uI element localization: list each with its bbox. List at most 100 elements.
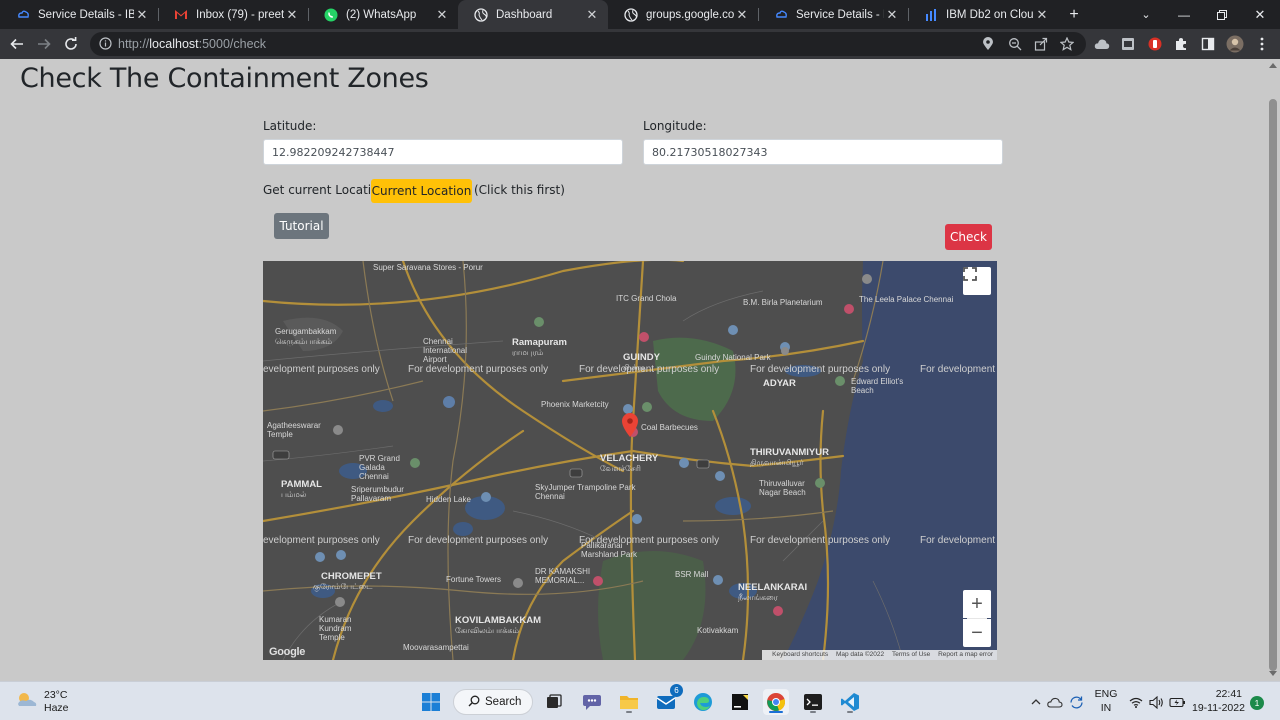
map-attribution: Keyboard shortcuts Map data ©2022 Terms … (762, 650, 997, 660)
wifi-icon[interactable] (1126, 689, 1146, 715)
close-icon[interactable]: ✕ (1034, 7, 1050, 23)
tab-title: IBM Db2 on Cloud (946, 8, 1034, 21)
close-icon[interactable]: ✕ (434, 7, 450, 23)
back-arrow-icon[interactable] (4, 29, 30, 59)
chrome-icon[interactable] (763, 689, 789, 715)
map-watermark: For development purposes only (579, 535, 720, 546)
map-label: Edward Elliot's Beach (851, 377, 904, 395)
map-label: BSR Mall (675, 570, 709, 579)
info-icon[interactable] (99, 37, 112, 55)
minimize-icon[interactable]: — (1170, 0, 1198, 29)
tutorial-button[interactable]: Tutorial (274, 213, 329, 239)
google-map[interactable]: Super Saravana Stores - Porur Ramapuram … (263, 261, 997, 660)
tab-groups-google[interactable]: groups.google.com ✕ (608, 0, 758, 29)
zoom-out-button[interactable]: − (963, 619, 991, 647)
gmail-icon (174, 8, 188, 22)
tab-whatsapp[interactable]: (2) WhatsApp ✕ (308, 0, 458, 29)
file-explorer-icon[interactable] (616, 689, 642, 715)
sync-icon[interactable] (1065, 689, 1087, 715)
tab-db2-cloud[interactable]: IBM Db2 on Cloud ✕ (908, 0, 1058, 29)
browser-toolbar: http://localhost:5000/check (0, 29, 1280, 59)
check-button[interactable]: Check (945, 224, 992, 250)
zoom-icon[interactable] (1008, 37, 1022, 51)
terms-link[interactable]: Terms of Use (892, 651, 930, 658)
map-label: THIRUVANMIYUR (750, 447, 829, 458)
taskbar-search[interactable]: Search (453, 689, 533, 715)
latitude-input[interactable] (263, 139, 623, 165)
task-view-icon[interactable] (541, 689, 567, 715)
edge-browser-icon[interactable] (690, 689, 716, 715)
map-label: ITC Grand Chola (616, 294, 677, 303)
reload-icon[interactable] (58, 29, 84, 59)
map-label: The Leela Palace Chennai (859, 295, 954, 304)
teams-chat-icon[interactable] (579, 689, 605, 715)
current-location-button[interactable]: Current Location (371, 179, 472, 203)
longitude-input[interactable] (643, 139, 1003, 165)
keyboard-shortcuts-link[interactable]: Keyboard shortcuts (772, 651, 828, 658)
tab-title: Service Details - IBM Cloud (796, 8, 884, 21)
location-pin-icon[interactable] (982, 37, 996, 51)
map-label: திருவான்மியூர் (750, 458, 804, 467)
red-extension-icon[interactable] (1142, 29, 1168, 59)
scroll-down-arrow-icon[interactable] (1269, 671, 1277, 676)
map-label: KOVILAMBAKKAM (455, 615, 542, 626)
map-label: Guindy National Park (695, 353, 771, 362)
notification-badge[interactable]: 1 (1250, 696, 1264, 710)
zoom-in-button[interactable]: + (963, 590, 991, 618)
tab-search-chevron-icon[interactable]: ⌄ (1132, 0, 1160, 29)
restore-icon[interactable] (1208, 0, 1236, 29)
globe-icon (624, 7, 638, 22)
sheets-extension-icon[interactable] (1115, 29, 1141, 59)
tab-dashboard[interactable]: Dashboard ✕ (458, 0, 608, 29)
windows-start-icon[interactable] (418, 689, 444, 715)
scrollbar-thumb[interactable] (1269, 99, 1277, 671)
window-close-icon[interactable]: ✕ (1246, 0, 1274, 29)
tab-service-details-1[interactable]: Service Details - IBM Cloud ✕ (0, 0, 158, 29)
mail-icon[interactable]: 6 (653, 684, 683, 715)
bookmark-star-icon[interactable] (1059, 36, 1075, 51)
map-label: GUINDY (623, 352, 660, 363)
new-tab-icon[interactable]: + (1060, 0, 1088, 29)
close-icon[interactable]: ✕ (584, 7, 600, 23)
fullscreen-icon[interactable] (963, 267, 991, 295)
url-text: http://localhost:5000/check (118, 37, 267, 51)
map-label: கெருகம்பாக்கம் (275, 337, 333, 346)
clock-time: 22:41 (1215, 688, 1242, 700)
scroll-up-arrow-icon[interactable] (1269, 63, 1277, 68)
pycharm-icon[interactable] (727, 689, 753, 715)
vscode-icon[interactable] (837, 689, 863, 715)
share-icon[interactable] (1034, 37, 1048, 51)
map-watermark: evelopment purposes only (263, 364, 380, 375)
clock-date: 19-11-2022 (1192, 702, 1245, 714)
cloud-extension-icon[interactable] (1089, 29, 1115, 59)
longitude-label: Longitude: (643, 119, 707, 133)
close-icon[interactable]: ✕ (734, 7, 750, 23)
terminal-icon[interactable] (800, 689, 826, 715)
close-icon[interactable]: ✕ (284, 7, 300, 23)
clock[interactable]: 22:41 19-11-2022 (1192, 688, 1245, 714)
weather-condition: Haze (44, 702, 69, 714)
avatar[interactable] (1222, 29, 1248, 59)
tab-title: Dashboard (496, 8, 553, 21)
onedrive-cloud-icon[interactable] (1044, 689, 1066, 715)
map-label: Fortune Towers (446, 575, 501, 584)
side-panel-icon[interactable] (1195, 29, 1221, 59)
map-label: பம்மல் (281, 490, 307, 499)
close-icon[interactable]: ✕ (134, 7, 150, 23)
report-error-link[interactable]: Report a map error (938, 651, 993, 658)
page-scrollbar[interactable] (1266, 59, 1280, 681)
more-menu-icon[interactable] (1249, 29, 1275, 59)
tab-service-details-2[interactable]: Service Details - IBM Cloud ✕ (758, 0, 908, 29)
map-label: குரோம்பேட்டை (313, 582, 373, 591)
address-bar[interactable]: http://localhost:5000/check (90, 32, 1086, 56)
close-icon[interactable]: ✕ (884, 7, 900, 23)
battery-charging-icon[interactable] (1166, 689, 1188, 715)
volume-icon[interactable] (1146, 689, 1166, 715)
tab-inbox[interactable]: Inbox (79) - preetha.a ✕ (158, 0, 308, 29)
map-watermark: For development purposes only (408, 364, 549, 375)
extensions-puzzle-icon[interactable] (1168, 29, 1194, 59)
language-indicator[interactable]: ENG IN (1091, 688, 1121, 714)
map-label: கோவிலம்பாக்கம் (455, 626, 519, 635)
map-label: Ramapuram (512, 337, 567, 348)
forward-arrow-icon[interactable] (31, 29, 57, 59)
